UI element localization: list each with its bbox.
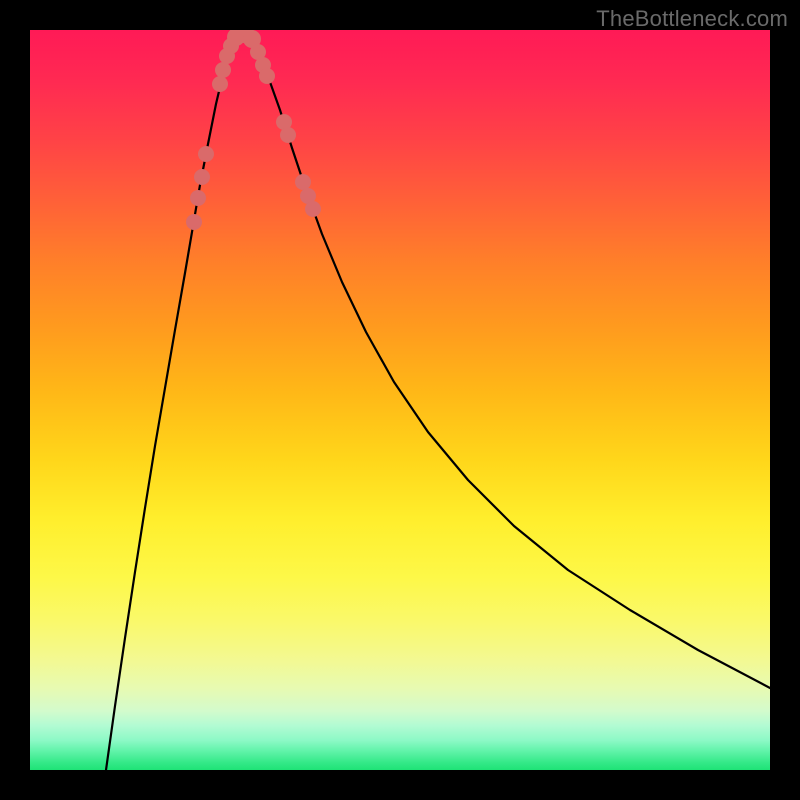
watermark-text: TheBottleneck.com xyxy=(596,6,788,32)
marker-dot xyxy=(212,76,228,92)
marker-dot xyxy=(198,146,214,162)
marker-dot xyxy=(190,190,206,206)
marker-dot xyxy=(194,169,210,185)
marker-dot xyxy=(259,68,275,84)
chart-frame: TheBottleneck.com xyxy=(0,0,800,800)
marker-dots xyxy=(186,30,321,230)
marker-dot xyxy=(295,174,311,190)
marker-dot xyxy=(280,127,296,143)
marker-dot xyxy=(305,201,321,217)
marker-dot xyxy=(186,214,202,230)
bottleneck-curve xyxy=(106,31,770,770)
marker-dot xyxy=(215,62,231,78)
curve-layer xyxy=(30,30,770,770)
plot-area xyxy=(30,30,770,770)
